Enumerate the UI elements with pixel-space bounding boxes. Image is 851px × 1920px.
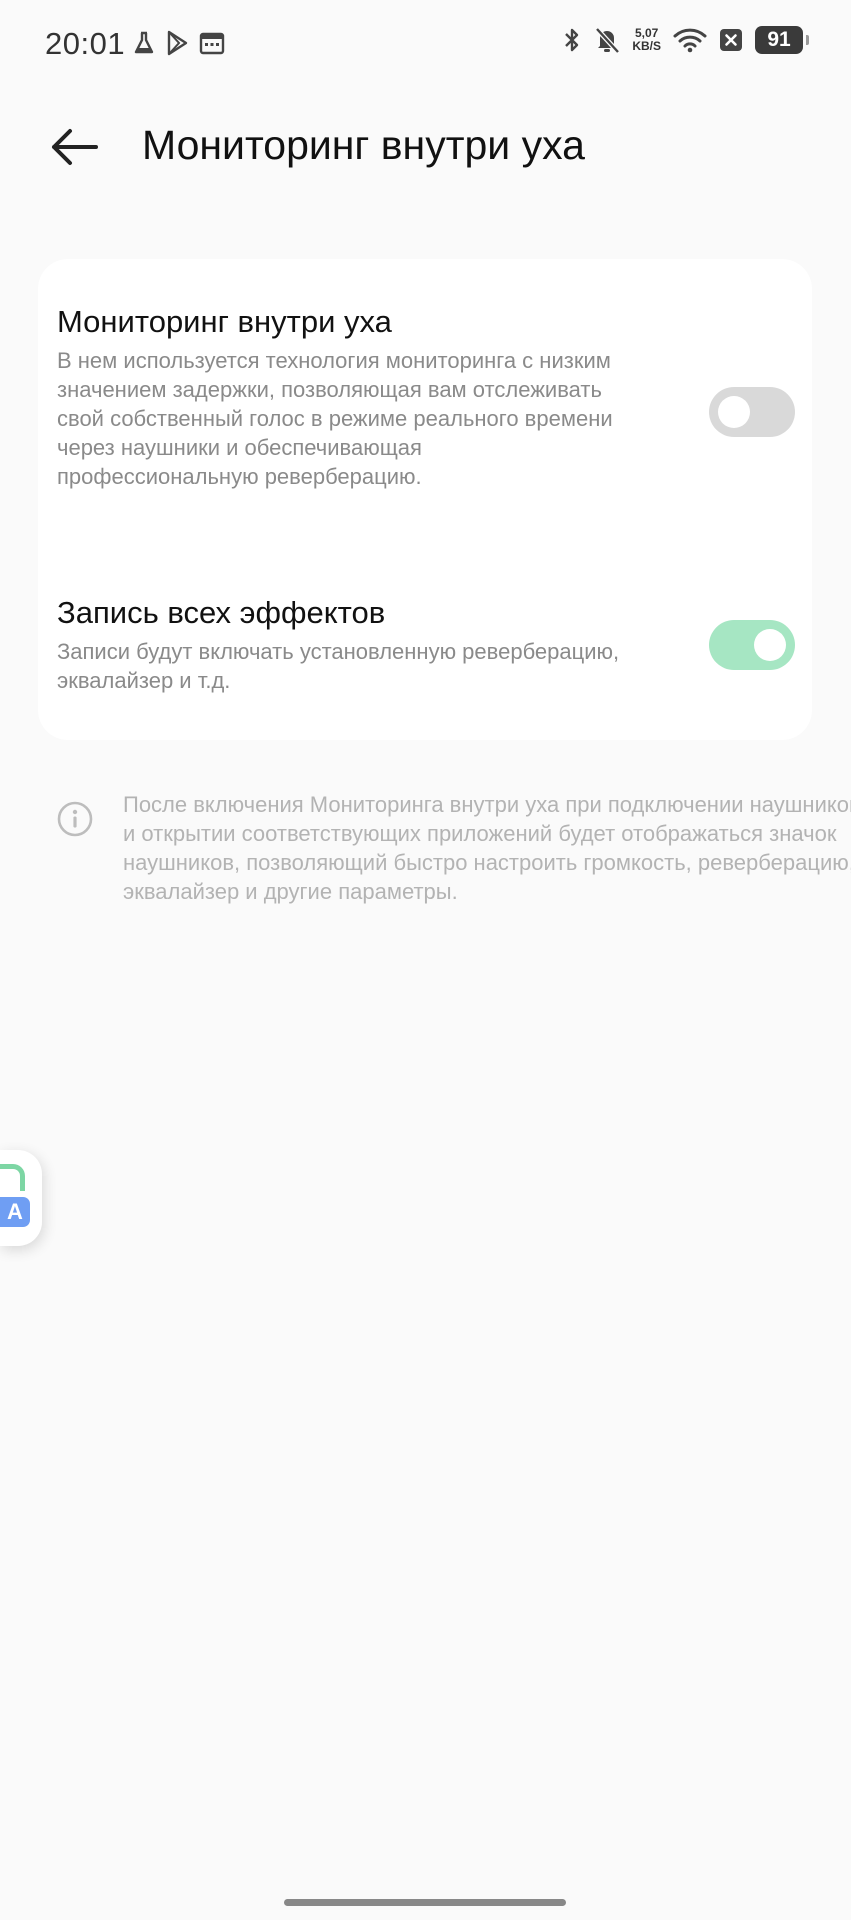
setting-title: Мониторинг внутри уха — [57, 304, 392, 339]
setting-title: Запись всех эффектов — [57, 595, 386, 630]
info-icon — [57, 801, 93, 837]
toggle-knob — [754, 629, 786, 661]
navigation-bar — [0, 1886, 851, 1920]
setting-row-in-ear-monitoring: Мониторинг внутри уха В нем используется… — [57, 304, 793, 491]
widget-arc-icon — [0, 1164, 25, 1191]
in-ear-monitoring-toggle[interactable] — [709, 387, 795, 437]
toggle-knob — [718, 396, 750, 428]
home-indicator[interactable] — [284, 1899, 566, 1906]
play-store-icon — [167, 30, 188, 56]
page-title: Мониторинг внутри уха — [142, 122, 585, 168]
network-speed: 5,07 KB/S — [632, 27, 661, 53]
status-bar: 20:01 5,07 KB/S 91 — [0, 0, 851, 92]
wifi-icon — [673, 28, 707, 53]
floating-translate-widget[interactable]: A — [0, 1150, 42, 1246]
setting-row-record-all-effects: Запись всех эффектов Записи будут включа… — [57, 595, 793, 695]
battery-indicator: 91 — [755, 26, 809, 54]
setting-description: В нем используется технология мониторинг… — [57, 348, 613, 489]
calendar-icon — [199, 32, 225, 55]
flask-icon — [134, 31, 154, 54]
battery-level: 91 — [767, 28, 791, 51]
status-right-icons: 5,07 KB/S 91 — [562, 26, 809, 54]
back-button[interactable] — [44, 122, 104, 172]
arrow-left-icon — [52, 129, 98, 165]
status-left-icons — [133, 30, 225, 56]
close-box-icon — [720, 29, 742, 51]
status-time: 20:01 — [45, 26, 126, 61]
bluetooth-icon — [565, 28, 579, 52]
app-header: Мониторинг внутри уха — [0, 92, 851, 202]
setting-description: Записи будут включать установленную реве… — [57, 639, 620, 693]
info-text: После включения Мониторинга внутри уха п… — [123, 792, 851, 904]
bell-off-icon — [595, 27, 621, 54]
settings-card: Мониторинг внутри уха В нем используется… — [38, 259, 812, 740]
network-speed-unit: KB/S — [632, 39, 661, 53]
record-all-effects-toggle[interactable] — [709, 620, 795, 670]
translate-icon: A — [0, 1197, 30, 1227]
